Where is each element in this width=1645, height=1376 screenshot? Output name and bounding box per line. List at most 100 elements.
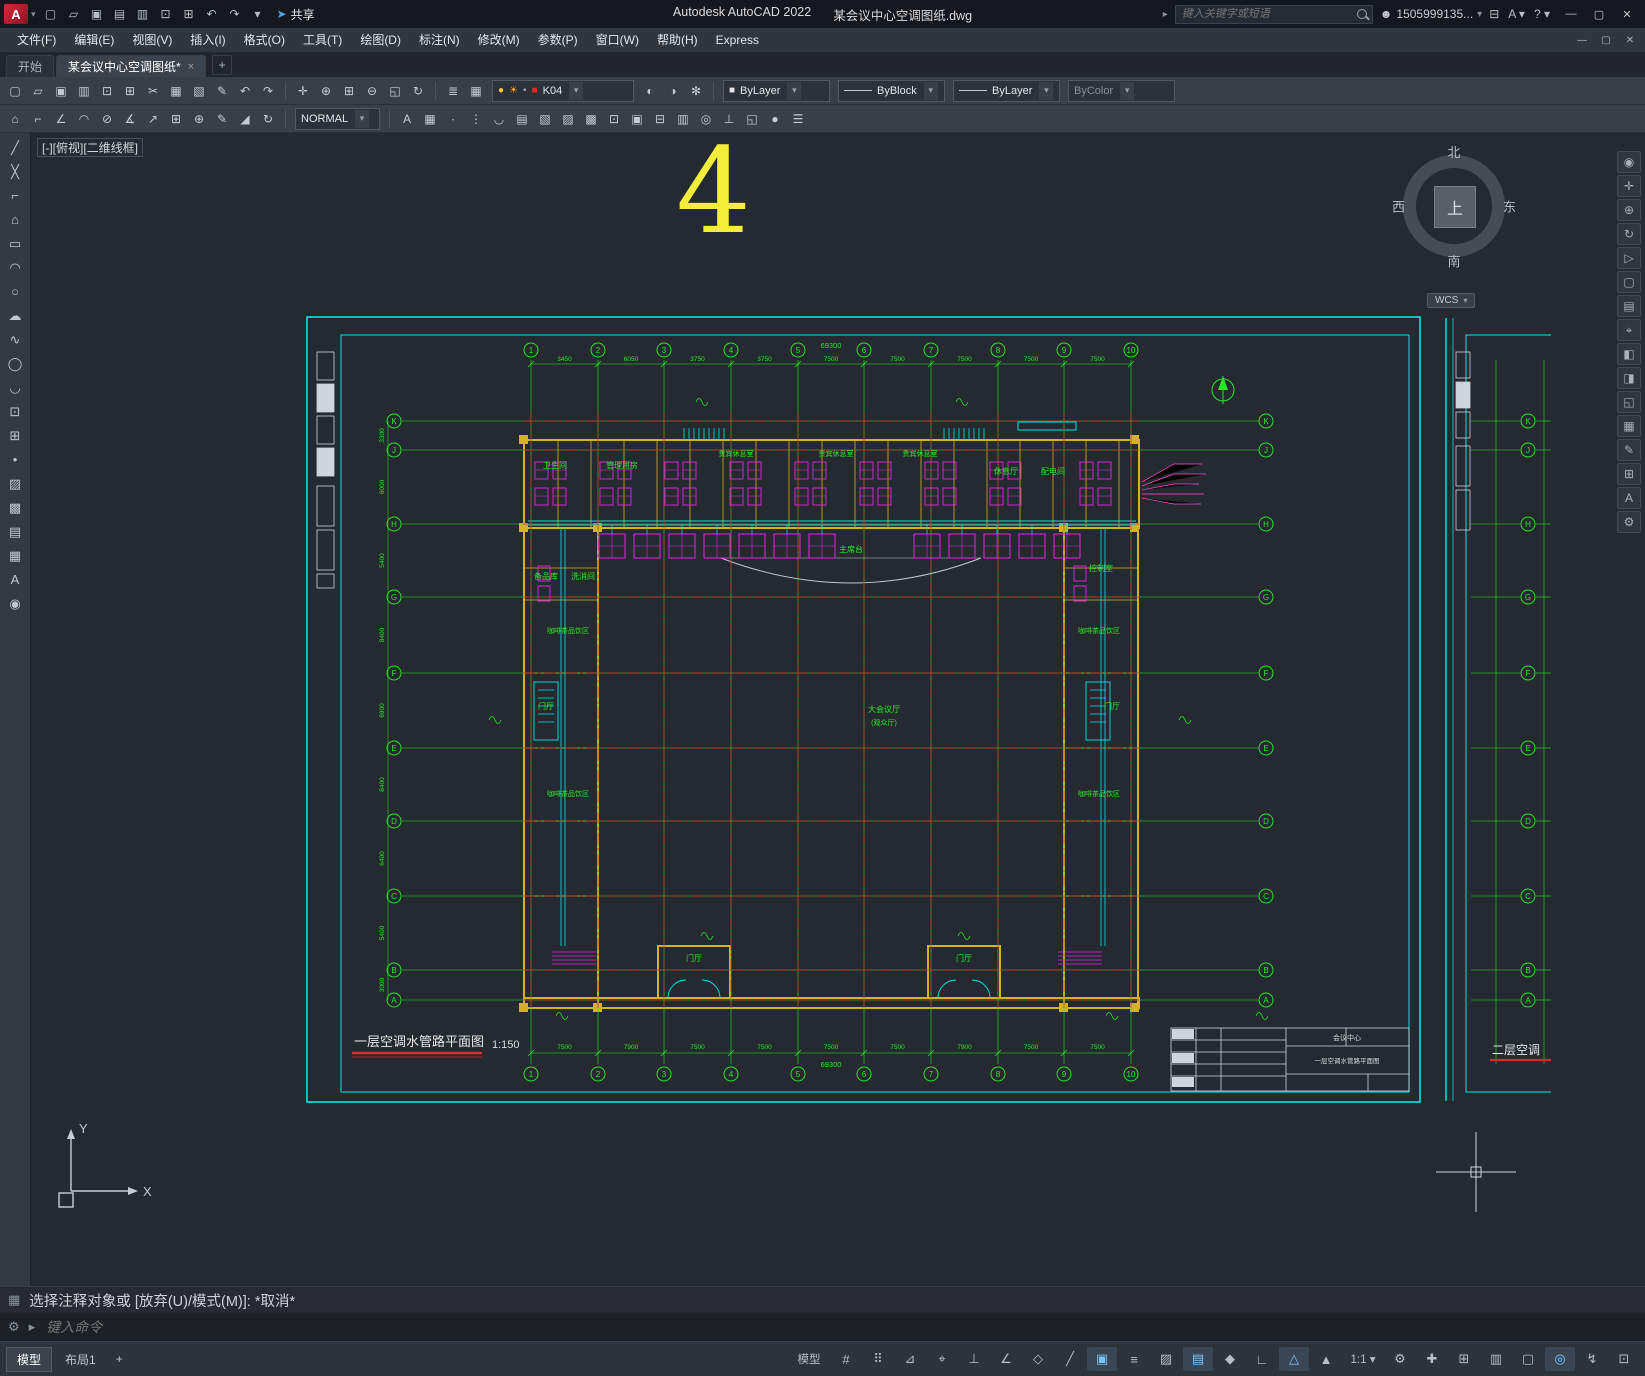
layer-freeze-icon[interactable]: ✻ [685,80,707,101]
gradient-icon[interactable]: ▩ [580,108,602,129]
quick-properties-icon[interactable]: ▥ [1481,1347,1511,1371]
menu-item-10[interactable]: 参数(P) [529,29,587,52]
save-as-icon[interactable]: ▤ [109,4,131,24]
doc-minimize-button[interactable]: — [1570,30,1594,50]
lineweight-dropdown[interactable]: ByLayer ▾ [953,79,1060,102]
share-button[interactable]: ➤ 共享 [277,6,315,23]
render-icon[interactable]: ● [764,108,786,129]
menu-item-3[interactable]: 视图(V) [123,29,181,52]
make-block-tool[interactable]: ⊞ [2,424,28,447]
lock-ui-icon[interactable]: ▢ [1513,1347,1543,1371]
ortho-icon[interactable]: ⊥ [959,1347,989,1371]
spline-tool[interactable]: ∿ [2,328,28,351]
layer-isolate-icon[interactable]: ◑ [662,80,684,101]
maximize-button[interactable]: ▢ [1585,2,1613,26]
showmotion-icon[interactable]: ▷ [1617,247,1641,269]
boundary-icon[interactable]: ▧ [534,108,556,129]
menu-item-11[interactable]: 窗口(W) [587,29,648,52]
chevron-right-icon[interactable]: ▸ [1163,9,1168,20]
model-space-button[interactable]: 模型 [789,1347,829,1371]
command-input[interactable] [44,1318,569,1336]
new-tab-button[interactable]: + [212,55,233,75]
workspace-switch-icon[interactable]: ⚙ [1385,1347,1415,1371]
dim-diameter-icon[interactable]: ⊘ [96,108,118,129]
close-tab-icon[interactable]: × [188,61,194,73]
workspace-icon[interactable]: ⌂ [4,108,26,129]
pan-hand-icon[interactable]: ✛ [1617,175,1641,197]
open-icon[interactable]: ▱ [27,80,49,101]
dim-update-icon[interactable]: ↻ [257,108,279,129]
autoscale-icon[interactable]: ▲ [1311,1347,1341,1371]
command-line[interactable]: ⚙ ▸ [0,1313,1645,1341]
match-properties-icon[interactable]: ✎ [211,80,233,101]
osnap-icon[interactable]: ▣ [1087,1347,1117,1371]
plotstyle-dropdown[interactable]: ByColor ▾ [1068,79,1175,102]
sheet-set-icon[interactable]: ▦ [1617,415,1641,437]
command-history-icon[interactable]: ▦ [8,1292,20,1308]
polygon-tool[interactable]: ⌂ [2,208,28,231]
search-input[interactable] [1174,4,1373,24]
table-tool[interactable]: ▦ [2,544,28,567]
center-mark-icon[interactable]: ⊕ [188,108,210,129]
circle-tool[interactable]: ○ [2,280,28,303]
lock-ui-icon[interactable]: ▢ [1617,271,1641,293]
customize-icon[interactable]: ⚙ [8,1319,20,1335]
layer-off-icon[interactable]: ◐ [639,80,661,101]
construction-line-tool[interactable]: ╳ [2,160,28,183]
lineweight-icon[interactable]: ≡ [1119,1347,1149,1371]
annotation-scale-button[interactable]: 1:1 ▾ [1343,1347,1383,1371]
customize-qat-icon[interactable]: ▾ [247,4,269,24]
clean-screen-icon[interactable]: ⊡ [1609,1347,1639,1371]
save-icon[interactable]: ▣ [86,4,108,24]
zoom-previous-icon[interactable]: ⊖ [361,80,383,101]
named-views-icon[interactable]: ◱ [384,80,406,101]
leader-icon[interactable]: ↗ [142,108,164,129]
viewcube-north[interactable]: 北 [1447,142,1460,161]
zoom-realtime-icon[interactable]: ⊕ [315,80,337,101]
publish-icon[interactable]: ⊞ [178,4,200,24]
point-tool[interactable]: • [2,448,28,471]
new-icon[interactable]: ▢ [4,80,26,101]
save-icon[interactable]: ▣ [50,80,72,101]
grid-icon[interactable]: # [831,1347,861,1371]
text-style-dropdown[interactable]: NORMAL ▾ [295,107,380,130]
snap-icon[interactable]: ⠿ [863,1347,893,1371]
dim-aligned-icon[interactable]: ∠ [50,108,72,129]
linetype-dropdown[interactable]: ByBlock ▾ [838,79,945,102]
polyline-tool[interactable]: ⌐ [2,184,28,207]
help-button[interactable]: ? ▾ [1534,7,1550,21]
transparency-icon[interactable]: ▨ [1151,1347,1181,1371]
zoom-extents-icon[interactable]: ⊕ [1617,199,1641,221]
dim-edit-icon[interactable]: ✎ [211,108,233,129]
viewport-icon[interactable]: ◱ [1617,391,1641,413]
search-icon[interactable] [1356,8,1367,19]
table-icon[interactable]: ▦ [419,108,441,129]
doc-restore-button[interactable]: ▢ [1594,30,1618,50]
point-icon[interactable]: ∙ [442,108,464,129]
orbit-icon[interactable]: ↻ [407,80,429,101]
point-style-tool[interactable]: ◉ [2,592,28,615]
plot-icon[interactable]: ▥ [73,80,95,101]
account-menu[interactable]: ☻ 1505999135... ▾ [1380,7,1482,21]
color-dropdown[interactable]: ■ ByLayer ▾ [723,79,830,102]
ellipse-tool[interactable]: ◯ [2,352,28,375]
floor-plan-svg[interactable]: 会议中心 一层空调水管路平面图 一层空调水管路平面图 1:150 二层空调 11… [306,316,1567,1103]
dim-angular-icon[interactable]: ∡ [119,108,141,129]
insert-block-icon[interactable]: ▣ [626,108,648,129]
menu-item-13[interactable]: Express [707,29,768,52]
preview-icon[interactable]: ⊡ [96,80,118,101]
doc-close-button[interactable]: ✕ [1618,30,1642,50]
plot-icon[interactable]: ▥ [132,4,154,24]
menu-item-7[interactable]: 绘图(D) [351,29,410,52]
image-icon[interactable]: ▥ [672,108,694,129]
osnap-settings-icon[interactable]: ◎ [695,108,717,129]
hatch-tool[interactable]: ▨ [2,472,28,495]
pan-icon[interactable]: ✛ [292,80,314,101]
zoom-window-icon[interactable]: ⊞ [338,80,360,101]
measure-icon[interactable]: ◡ [488,108,510,129]
infer-constraints-icon[interactable]: ⊿ [895,1347,925,1371]
properties-palette-icon[interactable]: ☰ [787,108,809,129]
drawing-sheet[interactable]: 会议中心 一层空调水管路平面图 一层空调水管路平面图 1:150 二层空调 1 … [306,316,1567,1103]
copy-icon[interactable]: ▦ [165,80,187,101]
undo-icon[interactable]: ↶ [234,80,256,101]
